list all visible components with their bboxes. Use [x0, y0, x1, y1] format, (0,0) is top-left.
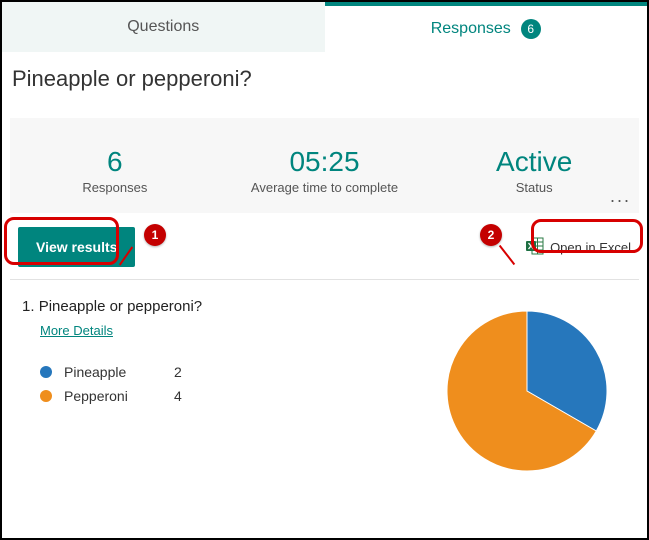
open-in-excel-label: Open in Excel [550, 240, 631, 255]
summary-card: 6 Responses 05:25 Average time to comple… [10, 118, 639, 213]
summary-responses: 6 Responses [10, 146, 220, 195]
legend-label: Pepperoni [64, 388, 174, 404]
legend-label: Pineapple [64, 364, 174, 380]
tab-questions[interactable]: Questions [2, 2, 325, 52]
chart-legend: Pineapple2Pepperoni4 [22, 364, 407, 404]
summary-responses-label: Responses [10, 180, 220, 195]
legend-swatch [40, 366, 52, 378]
legend-row: Pineapple2 [40, 364, 407, 380]
legend-swatch [40, 390, 52, 402]
summary-avg-time-label: Average time to complete [220, 180, 430, 195]
legend-count: 2 [174, 364, 182, 380]
open-in-excel-button[interactable]: Open in Excel [526, 237, 631, 258]
summary-status: Active Status [429, 146, 639, 195]
tab-questions-label: Questions [127, 18, 199, 36]
excel-icon [526, 237, 544, 258]
responses-badge: 6 [521, 19, 541, 39]
summary-status-label: Status [429, 180, 639, 195]
summary-avg-time-value: 05:25 [220, 146, 430, 178]
tabs: Questions Responses 6 [2, 2, 647, 52]
more-options-button[interactable]: ... [610, 186, 631, 207]
legend-row: Pepperoni4 [40, 388, 407, 404]
question-text: Pineapple or pepperoni? [39, 298, 202, 315]
question-block: 1. Pineapple or pepperoni? More Details … [2, 280, 647, 476]
question-title: 1. Pineapple or pepperoni? [22, 298, 407, 315]
page-title: Pineapple or pepperoni? [2, 52, 647, 100]
tab-responses[interactable]: Responses 6 [325, 2, 648, 52]
summary-avg-time: 05:25 Average time to complete [220, 146, 430, 195]
actions-row: View results Open in Excel [10, 213, 639, 280]
question-number: 1. [22, 298, 35, 315]
view-results-button[interactable]: View results [18, 227, 135, 267]
summary-responses-value: 6 [10, 146, 220, 178]
more-details-link[interactable]: More Details [40, 323, 113, 338]
summary-status-value: Active [429, 146, 639, 178]
tab-responses-label: Responses [431, 20, 511, 38]
pie-chart [427, 298, 627, 476]
legend-count: 4 [174, 388, 182, 404]
